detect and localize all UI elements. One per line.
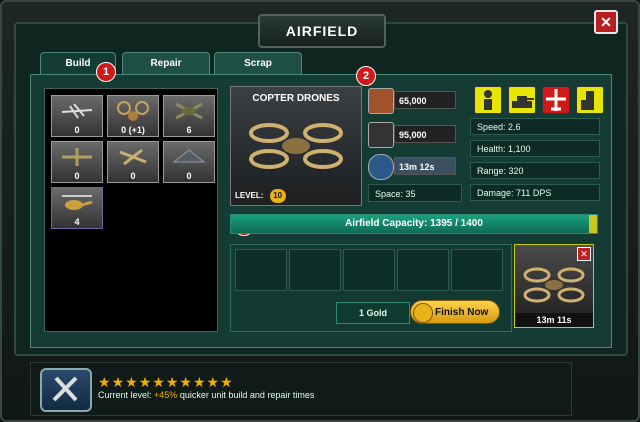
drone-icon bbox=[61, 103, 93, 119]
stat-health: Health: 1,100 bbox=[470, 140, 600, 157]
cost-metal: 65,000 bbox=[368, 88, 462, 114]
unit-preview: COPTER DRONES LEVEL: 10 bbox=[230, 86, 362, 206]
clock-icon bbox=[368, 154, 394, 180]
star-icon: ★ bbox=[206, 374, 221, 390]
unit-name: COPTER DRONES bbox=[252, 93, 340, 104]
unit-level-row: LEVEL: 10 bbox=[231, 187, 361, 205]
star-icon: ★ bbox=[220, 374, 234, 390]
build-time-remaining: 13m 11s bbox=[515, 313, 593, 327]
unit-slot-harrier[interactable]: 0 bbox=[51, 141, 103, 183]
level-star-icon: 10 bbox=[269, 189, 286, 203]
star-icon: ★ bbox=[138, 374, 153, 390]
upgrade-prefix: Current level: bbox=[98, 390, 155, 400]
tank-target-icon bbox=[508, 86, 536, 114]
unit-slot-helicopter[interactable]: 4 bbox=[51, 187, 103, 229]
cost-oil-value: 95,000 bbox=[394, 125, 456, 143]
queue-slot[interactable] bbox=[289, 249, 341, 291]
star-icon: ★ bbox=[192, 374, 207, 390]
unit-count: 0 bbox=[74, 171, 80, 181]
harrier-icon bbox=[62, 148, 92, 166]
stat-damage: Damage: 711 DPS bbox=[470, 184, 600, 201]
gold-cost: 1 Gold bbox=[336, 302, 410, 324]
oil-barrel-icon bbox=[368, 122, 394, 148]
aircraft-target-icon bbox=[542, 86, 570, 114]
upgrade-bonus: +45% bbox=[154, 390, 178, 400]
upgrade-stars: ★★★★★★★★★★ bbox=[98, 374, 234, 391]
finish-now-label: Finish Now bbox=[435, 307, 489, 318]
unit-slot-copter-drones[interactable]: 0 (+1) bbox=[107, 95, 159, 137]
upgrade-description: Current level: +45% quicker unit build a… bbox=[98, 390, 314, 400]
wrench-hammer-icon bbox=[40, 368, 92, 412]
unit-count: 0 bbox=[74, 125, 80, 135]
cost-oil: 95,000 bbox=[368, 122, 462, 148]
stealth-bomber-icon bbox=[172, 149, 206, 163]
unit-slot-drone[interactable]: 0 bbox=[51, 95, 103, 137]
finish-now-button[interactable]: Finish Now bbox=[410, 300, 500, 324]
unit-slot-gunship[interactable]: 6 bbox=[163, 95, 215, 137]
copter-drones-portrait bbox=[249, 123, 343, 169]
helicopter-icon bbox=[62, 195, 93, 210]
gunship-icon bbox=[175, 102, 203, 120]
unit-slot-stealth-bomber[interactable]: 0 bbox=[163, 141, 215, 183]
cost-metal-value: 65,000 bbox=[394, 91, 456, 109]
tab-repair[interactable]: Repair bbox=[122, 52, 210, 75]
star-icon: ★ bbox=[111, 374, 126, 390]
unit-count: 6 bbox=[186, 125, 192, 135]
upgrade-suffix: quicker unit build and repair times bbox=[177, 390, 315, 400]
level-label: LEVEL: bbox=[235, 191, 264, 200]
unit-count: 4 bbox=[74, 217, 80, 227]
in-progress-unit: ✕ 13m 11s bbox=[514, 244, 594, 328]
unit-count: 0 (+1) bbox=[121, 125, 145, 135]
infantry-target-icon bbox=[474, 86, 502, 114]
queue-slot[interactable] bbox=[235, 249, 287, 291]
queue-slot[interactable] bbox=[343, 249, 395, 291]
tutorial-badge-1: 1 bbox=[96, 62, 116, 82]
unit-slot-fighter-jet[interactable]: 0 bbox=[107, 141, 159, 183]
unit-list: 0 0 (+1) 6 0 0 0 4 bbox=[44, 88, 218, 332]
queue-slot[interactable] bbox=[397, 249, 449, 291]
stat-speed: Speed: 2.6 bbox=[470, 118, 600, 135]
cost-time: 13m 12s bbox=[368, 154, 462, 180]
fighter-jet-icon bbox=[119, 148, 147, 166]
queue-slot[interactable] bbox=[451, 249, 503, 291]
star-icon: ★ bbox=[152, 374, 166, 390]
stat-range: Range: 320 bbox=[470, 162, 600, 179]
star-icon: ★ bbox=[125, 374, 139, 390]
star-icon: ★ bbox=[98, 374, 112, 390]
airfield-capacity-bar: Airfield Capacity: 1395 / 1400 bbox=[230, 214, 598, 234]
cost-time-value: 13m 12s bbox=[394, 157, 456, 175]
capacity-label: Airfield Capacity: 1395 / 1400 bbox=[345, 218, 483, 229]
close-button[interactable]: ✕ bbox=[594, 10, 618, 34]
window-title: AIRFIELD bbox=[258, 14, 386, 48]
tutorial-badge-2: 2 bbox=[356, 66, 376, 86]
unit-count: 0 bbox=[186, 171, 192, 181]
star-icon: ★ bbox=[179, 374, 193, 390]
gold-coin-icon bbox=[413, 303, 433, 323]
unit-space: Space: 35 bbox=[368, 184, 462, 202]
copter-drones-icon bbox=[117, 101, 149, 121]
building-target-icon bbox=[576, 86, 604, 114]
unit-count: 0 bbox=[130, 171, 136, 181]
metal-crate-icon bbox=[368, 88, 394, 114]
copter-drones-icon bbox=[523, 267, 585, 303]
tab-scrap[interactable]: Scrap bbox=[214, 52, 302, 75]
star-icon: ★ bbox=[165, 374, 180, 390]
